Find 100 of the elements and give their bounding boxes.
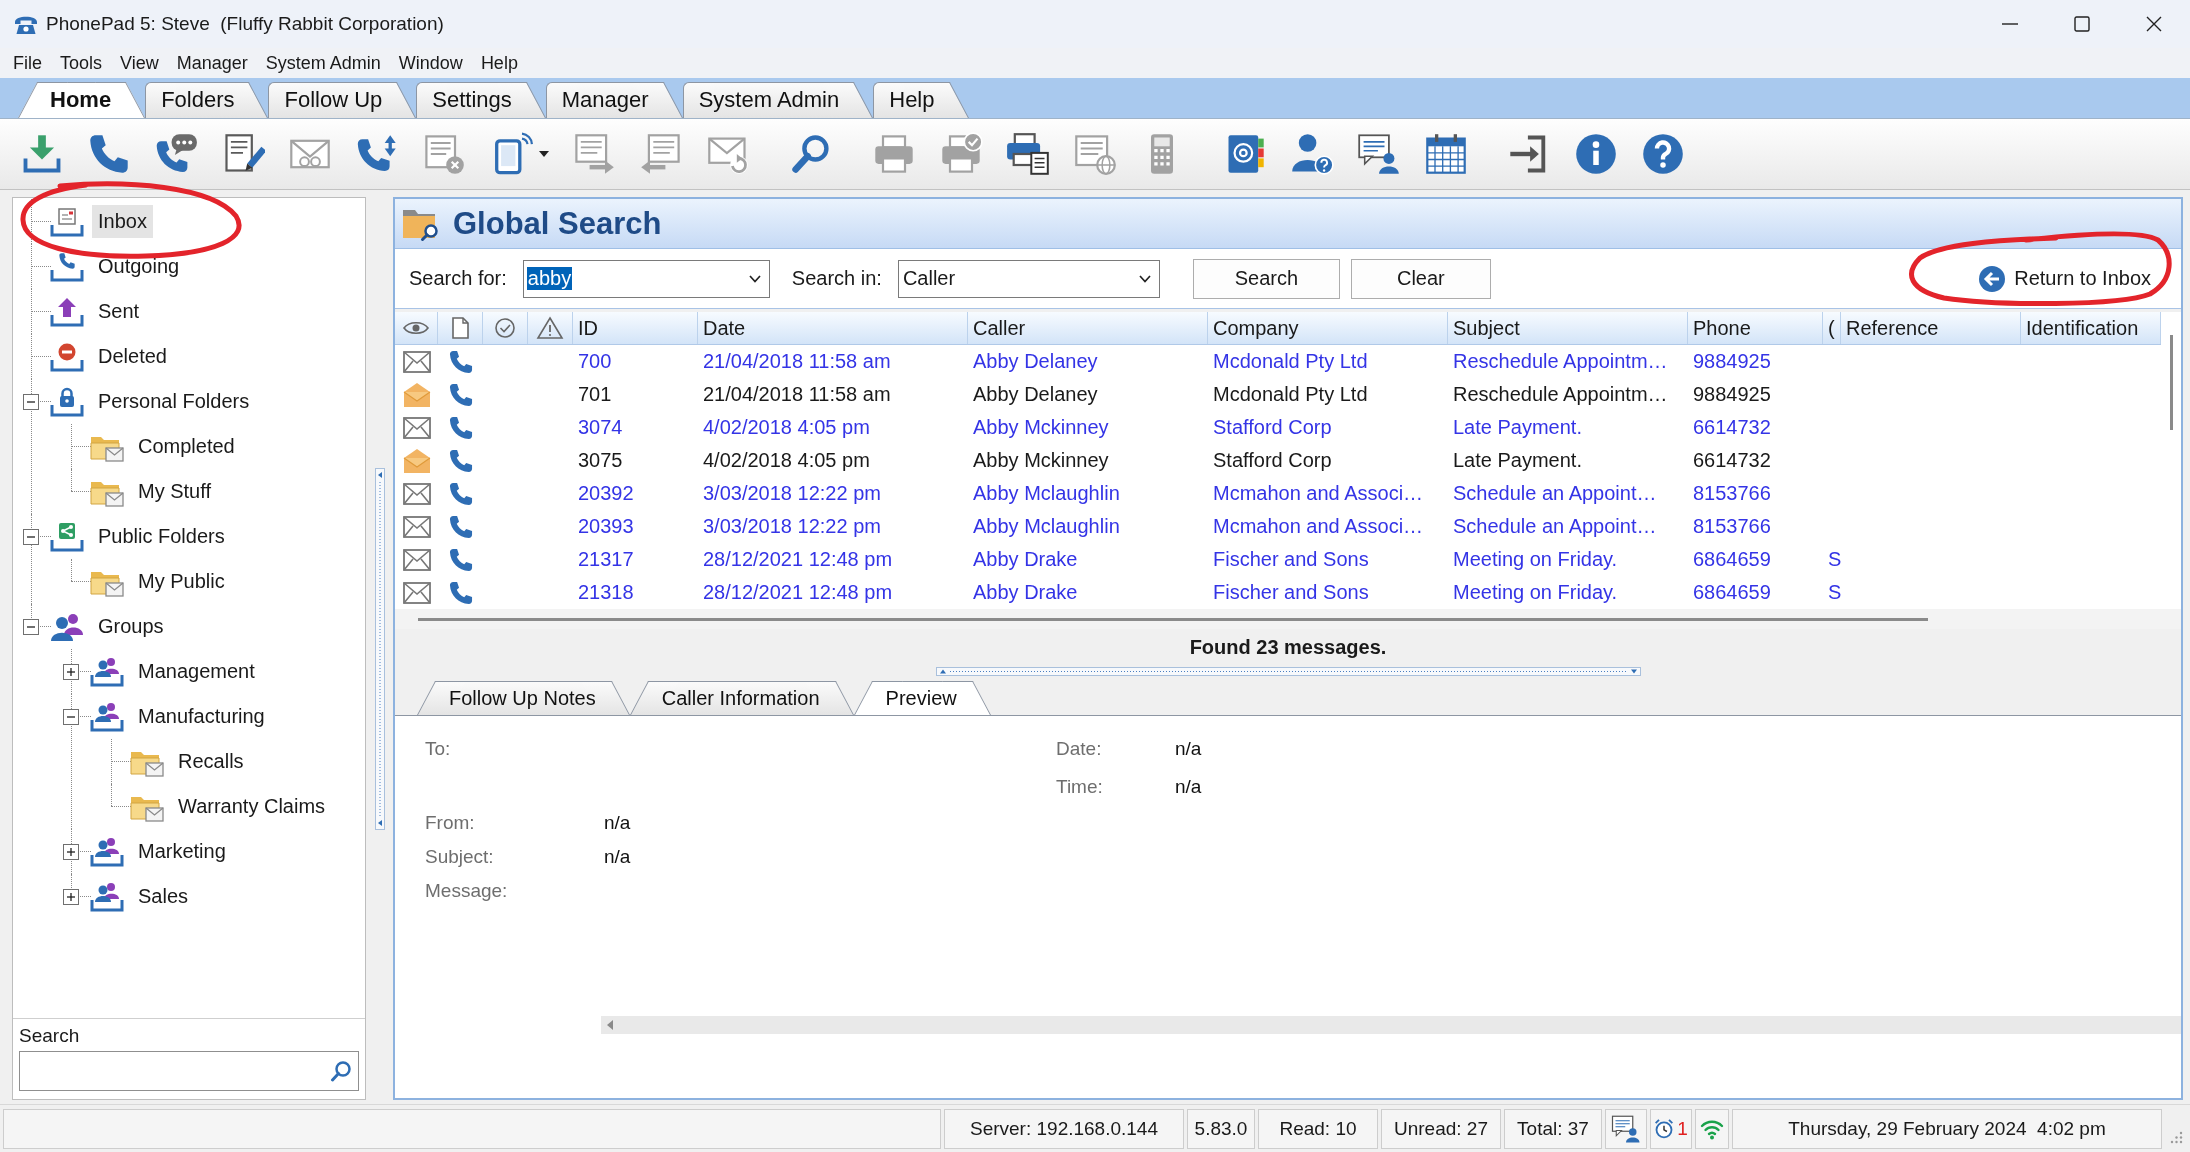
table-cell-text: 21318	[577, 580, 635, 605]
dropdown-field[interactable]: abby	[522, 259, 770, 298]
share-tray-icon	[49, 520, 85, 553]
tree-item[interactable]: Public Folders	[92, 520, 231, 553]
ribbon-tab[interactable]: Manager	[545, 82, 683, 118]
column-header[interactable]: Date	[698, 312, 968, 344]
column-header[interactable]: Subject	[1448, 312, 1688, 344]
search-field[interactable]	[19, 1051, 359, 1091]
horizontal-scrollbar[interactable]	[601, 1016, 2181, 1034]
tree-item[interactable]: Outgoing	[92, 250, 186, 283]
alarm-clock-icon	[1654, 1118, 1675, 1140]
ribbon-tab[interactable]: Help	[873, 82, 969, 118]
close-icon	[2146, 16, 2162, 32]
tree-toggle[interactable]	[63, 708, 79, 725]
maximize-icon	[2074, 16, 2090, 32]
scrollbar-thumb[interactable]	[418, 617, 1928, 621]
info-icon	[1574, 132, 1618, 176]
table-cell-text: 4/02/2018 4:05 pm	[702, 448, 871, 473]
alarm-panel[interactable]: 1	[1650, 1109, 1692, 1149]
tree-toggle[interactable]	[63, 888, 79, 905]
column-header[interactable]: Phone	[1688, 312, 1823, 344]
dropdown-field[interactable]: Caller	[897, 259, 1160, 298]
table-cell-text: 28/12/2021 12:48 pm	[702, 580, 894, 605]
tree-toggle[interactable]	[63, 663, 79, 680]
tree-item[interactable]: Warranty Claims	[172, 790, 332, 823]
search-action-button[interactable]: Clear	[1350, 258, 1491, 299]
status-panel[interactable]	[1605, 1109, 1647, 1149]
menu-item[interactable]: File	[4, 50, 51, 76]
menu-item[interactable]: Window	[389, 50, 472, 76]
tree-item[interactable]: Manufacturing	[132, 700, 271, 733]
tree-item[interactable]: Sales	[132, 880, 195, 913]
table-cell-text: 20393	[577, 514, 635, 539]
column-header[interactable]: Company	[1208, 312, 1448, 344]
tree-item[interactable]: Management	[132, 655, 261, 688]
table-cell-text: Abby Mclaughlin	[972, 481, 1121, 506]
menu-item[interactable]: System Admin	[256, 50, 390, 76]
tree-item[interactable]: Completed	[132, 430, 241, 463]
scroll-left-icon	[607, 1020, 613, 1030]
table-cell-text: 3/03/2018 12:22 pm	[702, 481, 882, 506]
result-count: Found 23 messages.	[1189, 635, 1387, 659]
table-cell-text: 20392	[577, 481, 635, 506]
detail-tab[interactable]: Preview	[853, 681, 991, 715]
people-tray-icon	[89, 880, 125, 913]
menu-item[interactable]: Manager	[167, 50, 257, 76]
tree-item[interactable]: Recalls	[172, 745, 250, 778]
column-header[interactable]: ID	[573, 312, 698, 344]
table-cell-text: Reschedule Appointm…	[1452, 349, 1669, 374]
search-action-button[interactable]: Search	[1192, 258, 1340, 299]
table-cell-text: Mcmahon and Associ…	[1212, 481, 1425, 506]
tree-item[interactable]: Groups	[92, 610, 170, 643]
up-arrow-tray-icon	[49, 295, 85, 328]
detail-tab[interactable]: Follow Up Notes	[417, 681, 630, 715]
ribbon-tab[interactable]: Follow Up	[268, 82, 417, 118]
table-cell-text: Meeting on Friday.	[1452, 547, 1619, 572]
tree-item[interactable]: My Stuff	[132, 475, 217, 508]
column-header[interactable]: Identification	[2021, 312, 2161, 344]
tree-item[interactable]: Marketing	[132, 835, 232, 868]
column-header[interactable]: Caller	[968, 312, 1208, 344]
table-cell-text: Stafford Corp	[1212, 448, 1333, 473]
phone-tray-icon	[49, 250, 85, 283]
field-label: Time:	[1056, 776, 1104, 798]
ribbon-tab[interactable]: Settings	[416, 82, 546, 118]
speech-bubble-person-icon	[1611, 1114, 1641, 1144]
scrollbar-thumb[interactable]	[2169, 335, 2173, 430]
splitter-handle[interactable]	[374, 467, 385, 830]
detail-tab[interactable]: Caller Information	[629, 681, 854, 715]
table-cell-text: Late Payment.	[1452, 448, 1583, 473]
ribbon-tab[interactable]: System Admin	[682, 82, 874, 118]
table-cell-text: Mcdonald Pty Ltd	[1212, 349, 1369, 374]
field-label: Message:	[425, 880, 509, 902]
tree-item[interactable]: Personal Folders	[92, 385, 256, 418]
table-cell-text: 28/12/2021 12:48 pm	[702, 547, 894, 572]
tree-item[interactable]: Deleted	[92, 340, 173, 373]
horizontal-scrollbar[interactable]	[395, 609, 2181, 629]
field-value: Caller	[901, 267, 957, 290]
tree-item[interactable]: Inbox	[92, 205, 153, 238]
table-cell-text: Mcdonald Pty Ltd	[1212, 382, 1369, 407]
column-header[interactable]: Reference	[1841, 312, 2021, 344]
ribbon-tab[interactable]: Folders	[145, 82, 269, 118]
tree-toggle[interactable]	[23, 618, 39, 635]
warning-icon	[536, 316, 564, 340]
tree-toggle[interactable]	[23, 393, 39, 410]
ribbon-tab[interactable]: Home	[18, 82, 146, 118]
field-label: Search in:	[791, 267, 882, 290]
splitter-handle[interactable]	[935, 666, 1641, 676]
tree-item[interactable]: My Public	[132, 565, 231, 598]
tree-toggle[interactable]	[23, 528, 39, 545]
table-cell-text: Meeting on Friday.	[1452, 580, 1619, 605]
document-globe-icon	[1073, 132, 1117, 176]
server-address: Server: 192.168.0.144	[944, 1109, 1184, 1149]
tree-toggle[interactable]	[63, 843, 79, 860]
tree-item[interactable]: Sent	[92, 295, 146, 328]
menu-item[interactable]: Help	[471, 50, 527, 76]
menu-item[interactable]: View	[111, 50, 168, 76]
table-cell-text: 9884925	[1692, 349, 1772, 374]
menu-item[interactable]: Tools	[51, 50, 112, 76]
return-link[interactable]: Return to Inbox	[1978, 264, 2151, 293]
panel-title: Global Search	[453, 205, 662, 242]
search-icon	[330, 1060, 352, 1082]
column-header[interactable]: (	[1823, 312, 1841, 344]
